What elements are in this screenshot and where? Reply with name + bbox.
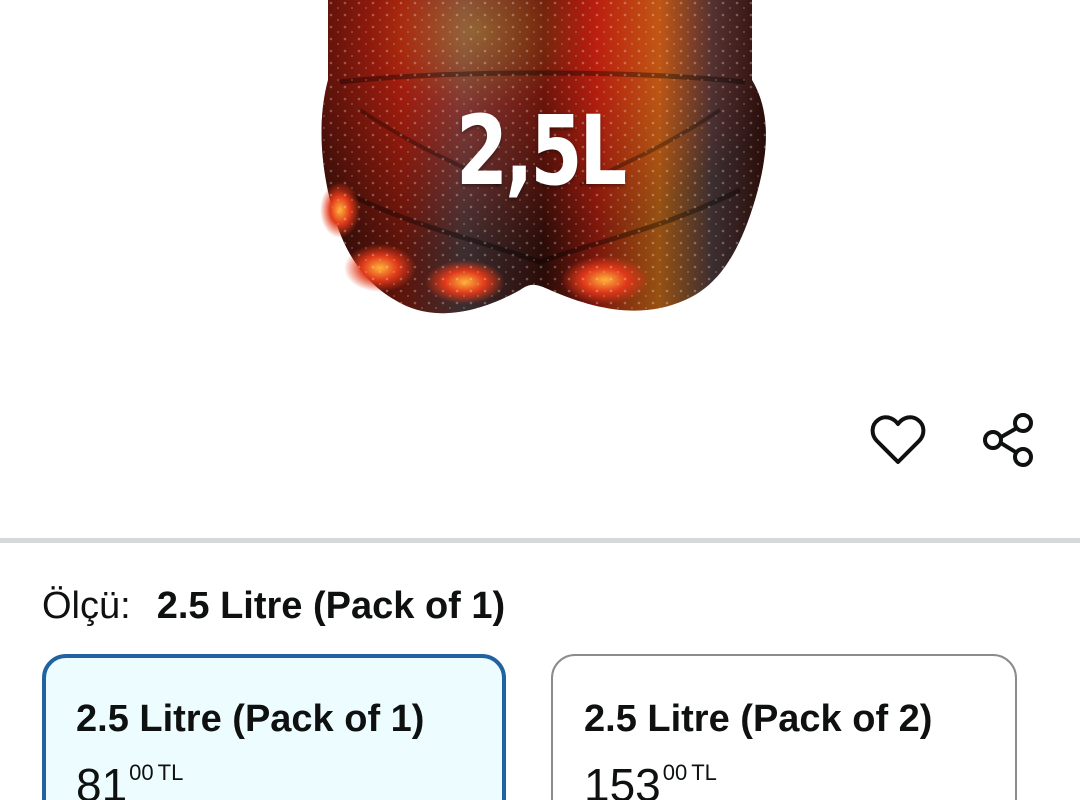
share-button[interactable]	[976, 408, 1040, 472]
option-title: 2.5 Litre (Pack of 1)	[76, 698, 425, 740]
option-price: 15300 TL	[584, 762, 717, 800]
section-divider	[0, 538, 1080, 543]
product-page: 2,5L Ölçü: 2.5 Litre (Pack of 1) 2.5 Litr…	[0, 0, 1080, 800]
add-to-wishlist-button[interactable]	[866, 408, 930, 472]
product-image-area[interactable]: 2,5L	[0, 0, 1080, 538]
option-title: 2.5 Litre (Pack of 2)	[584, 698, 933, 740]
variation-header: Ölçü: 2.5 Litre (Pack of 1)	[42, 582, 505, 630]
bottle-volume-label: 2,5L	[456, 95, 627, 207]
price-whole: 81	[76, 759, 128, 800]
price-currency: TL	[691, 760, 717, 785]
price-fraction: 00	[662, 760, 688, 785]
option-price: 8100 TL	[76, 762, 183, 800]
heart-outline-icon	[870, 415, 926, 464]
price-currency: TL	[157, 760, 184, 785]
variation-label: Ölçü:	[42, 585, 131, 627]
variation-selected-value: 2.5 Litre (Pack of 1)	[156, 585, 506, 627]
variation-option-pack-of-1[interactable]: 2.5 Litre (Pack of 1) 8100 TL	[42, 654, 506, 800]
variation-option-pack-of-2[interactable]: 2.5 Litre (Pack of 2) 15300 TL	[551, 654, 1017, 800]
price-fraction: 00	[129, 760, 154, 785]
price-whole: 153	[584, 759, 661, 800]
share-icon	[983, 413, 1033, 467]
